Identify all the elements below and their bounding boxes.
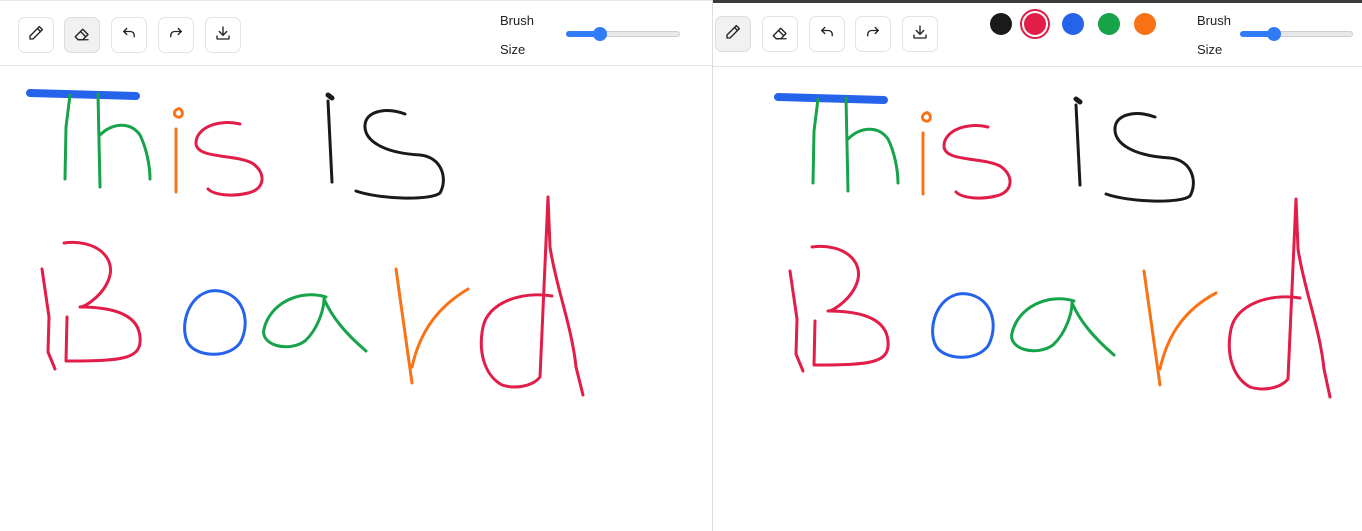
pencil-button[interactable]	[18, 17, 54, 53]
whiteboard-left: Brush Size	[0, 0, 713, 531]
download-icon	[911, 23, 929, 46]
eraser-button[interactable]	[64, 17, 100, 53]
pencil-icon	[27, 24, 45, 47]
redo-button[interactable]	[855, 16, 891, 52]
size-label: Size	[500, 42, 526, 57]
download-icon	[214, 24, 232, 47]
whiteboard-right: Brush Size	[713, 0, 1362, 531]
pencil-icon	[724, 23, 742, 46]
download-button[interactable]	[902, 16, 938, 52]
toolbar: Brush Size	[713, 3, 1362, 67]
brush-label: Brush	[1197, 13, 1231, 28]
toolbar: Brush Size	[0, 1, 713, 66]
brush-label: Brush	[500, 13, 534, 28]
eraser-button[interactable]	[762, 16, 798, 52]
color-swatch-red[interactable]	[1020, 9, 1050, 39]
undo-button[interactable]	[111, 17, 147, 53]
undo-icon	[818, 23, 836, 46]
redo-icon	[864, 23, 882, 46]
undo-button[interactable]	[809, 16, 845, 52]
slider-thumb[interactable]	[593, 27, 608, 41]
color-swatch-red-fill	[1024, 13, 1046, 35]
color-swatch-black[interactable]	[990, 13, 1012, 35]
size-label: Size	[1197, 42, 1223, 57]
brush-size-slider[interactable]	[566, 26, 680, 42]
eraser-icon	[771, 23, 789, 46]
drawing-strokes	[26, 89, 585, 397]
color-swatch-green[interactable]	[1098, 13, 1120, 35]
color-swatch-blue[interactable]	[1062, 13, 1084, 35]
color-swatch-orange[interactable]	[1134, 13, 1156, 35]
brush-size-slider[interactable]	[1240, 26, 1353, 42]
drawing-canvas[interactable]	[713, 67, 1362, 531]
slider-thumb[interactable]	[1266, 27, 1281, 41]
pencil-button[interactable]	[715, 16, 751, 52]
download-button[interactable]	[205, 17, 241, 53]
eraser-icon	[73, 24, 91, 47]
drawing-canvas[interactable]	[0, 67, 713, 531]
drawing-strokes	[774, 93, 1332, 399]
redo-icon	[167, 24, 185, 47]
undo-icon	[120, 24, 138, 47]
redo-button[interactable]	[158, 17, 194, 53]
